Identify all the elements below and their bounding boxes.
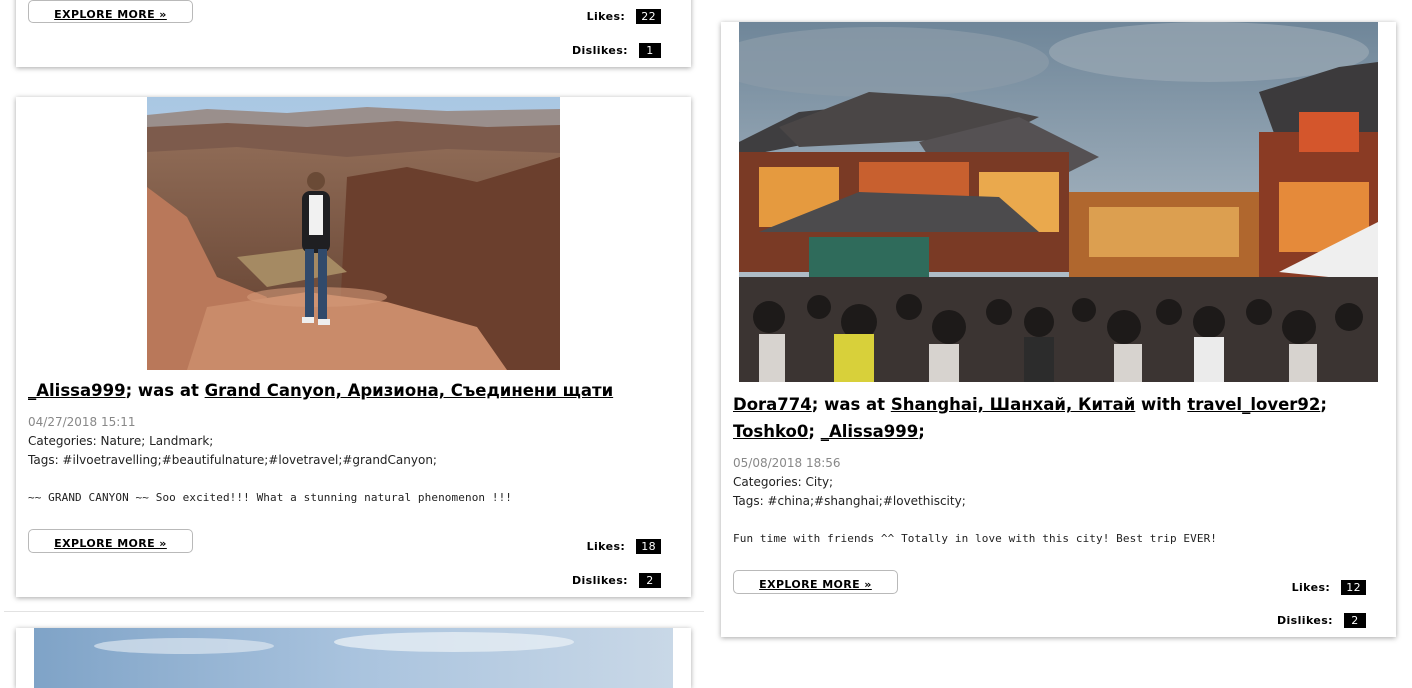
likes-label: Likes: — [1291, 581, 1331, 594]
explore-more-button[interactable]: EXPLORE MORE » — [28, 529, 193, 553]
post-title: _Alissa999; was at Grand Canyon, Аризион… — [28, 377, 678, 404]
likes-stat: Likes: 22 — [587, 9, 661, 24]
post-description: Fun time with friends ^^ Totally in love… — [733, 532, 1218, 545]
post-description: ~~ GRAND CANYON ~~ Soo excited!!! What a… — [28, 491, 513, 504]
old-town-street-photo — [739, 22, 1378, 382]
post-meta: 05/08/2018 18:56 Categories: City; Tags:… — [733, 454, 966, 511]
friend-link[interactable]: Toshko0 — [733, 422, 808, 441]
dislikes-stat: Dislikes: 2 — [572, 573, 661, 588]
location-link[interactable]: Shanghai, Шанхай, Китай — [891, 395, 1135, 414]
likes-count-badge: 22 — [636, 9, 661, 24]
separator: ; — [918, 422, 925, 441]
post-title: Dora774; was at Shanghai, Шанхай, Китай … — [733, 391, 1373, 445]
separator: ; — [1320, 395, 1327, 414]
dislikes-stat: Dislikes: 2 — [1277, 613, 1366, 628]
likes-label: Likes: — [586, 10, 626, 23]
post-card-bottom — [16, 628, 691, 688]
dislikes-label: Dislikes: — [1276, 614, 1333, 627]
explore-more-button[interactable]: EXPLORE MORE » — [733, 570, 898, 594]
dislikes-label: Dislikes: — [571, 574, 628, 587]
sky-photo — [34, 628, 673, 688]
dislikes-label: Dislikes: — [571, 44, 628, 57]
post-categories: Categories: Nature; Landmark; — [28, 434, 214, 448]
post-categories: Categories: City; — [733, 475, 834, 489]
user-link[interactable]: Dora774 — [733, 395, 812, 414]
user-link[interactable]: _Alissa999 — [28, 381, 126, 400]
separator: ; — [808, 422, 815, 441]
feed-divider — [4, 611, 704, 612]
post-date: 04/27/2018 15:11 — [28, 415, 136, 429]
likes-count-badge: 18 — [636, 539, 661, 554]
likes-stat: Likes: 12 — [1292, 580, 1366, 595]
post-meta: 04/27/2018 15:11 Categories: Nature; Lan… — [28, 413, 437, 470]
was-at-text: ; was at — [125, 381, 199, 400]
likes-label: Likes: — [586, 540, 626, 553]
location-link[interactable]: Grand Canyon, Аризиона, Съединени щати — [205, 381, 614, 400]
dislikes-stat: Dislikes: 1 — [572, 43, 661, 58]
post-card-top: EXPLORE MORE » Likes: 22 Dislikes: 1 — [16, 0, 691, 67]
dislikes-count-badge: 2 — [1344, 613, 1366, 628]
likes-stat: Likes: 18 — [587, 539, 661, 554]
post-card-grand-canyon: _Alissa999; was at Grand Canyon, Аризион… — [16, 97, 691, 597]
likes-count-badge: 12 — [1341, 580, 1366, 595]
post-card-shanghai: Dora774; was at Shanghai, Шанхай, Китай … — [721, 22, 1396, 637]
friend-link[interactable]: travel_lover92 — [1187, 395, 1320, 414]
was-at-text: ; was at — [811, 395, 886, 414]
post-tags: Tags: #ilvoetravelling;#beautifulnature;… — [28, 453, 437, 467]
post-date: 05/08/2018 18:56 — [733, 456, 841, 470]
explore-more-button[interactable]: EXPLORE MORE » — [28, 0, 193, 23]
friend-link[interactable]: _Alissa999 — [821, 422, 919, 441]
dislikes-count-badge: 2 — [639, 573, 661, 588]
dislikes-count-badge: 1 — [639, 43, 661, 58]
with-text: with — [1141, 395, 1182, 414]
grand-canyon-photo — [147, 97, 560, 370]
post-tags: Tags: #china;#shanghai;#lovethiscity; — [733, 494, 966, 508]
